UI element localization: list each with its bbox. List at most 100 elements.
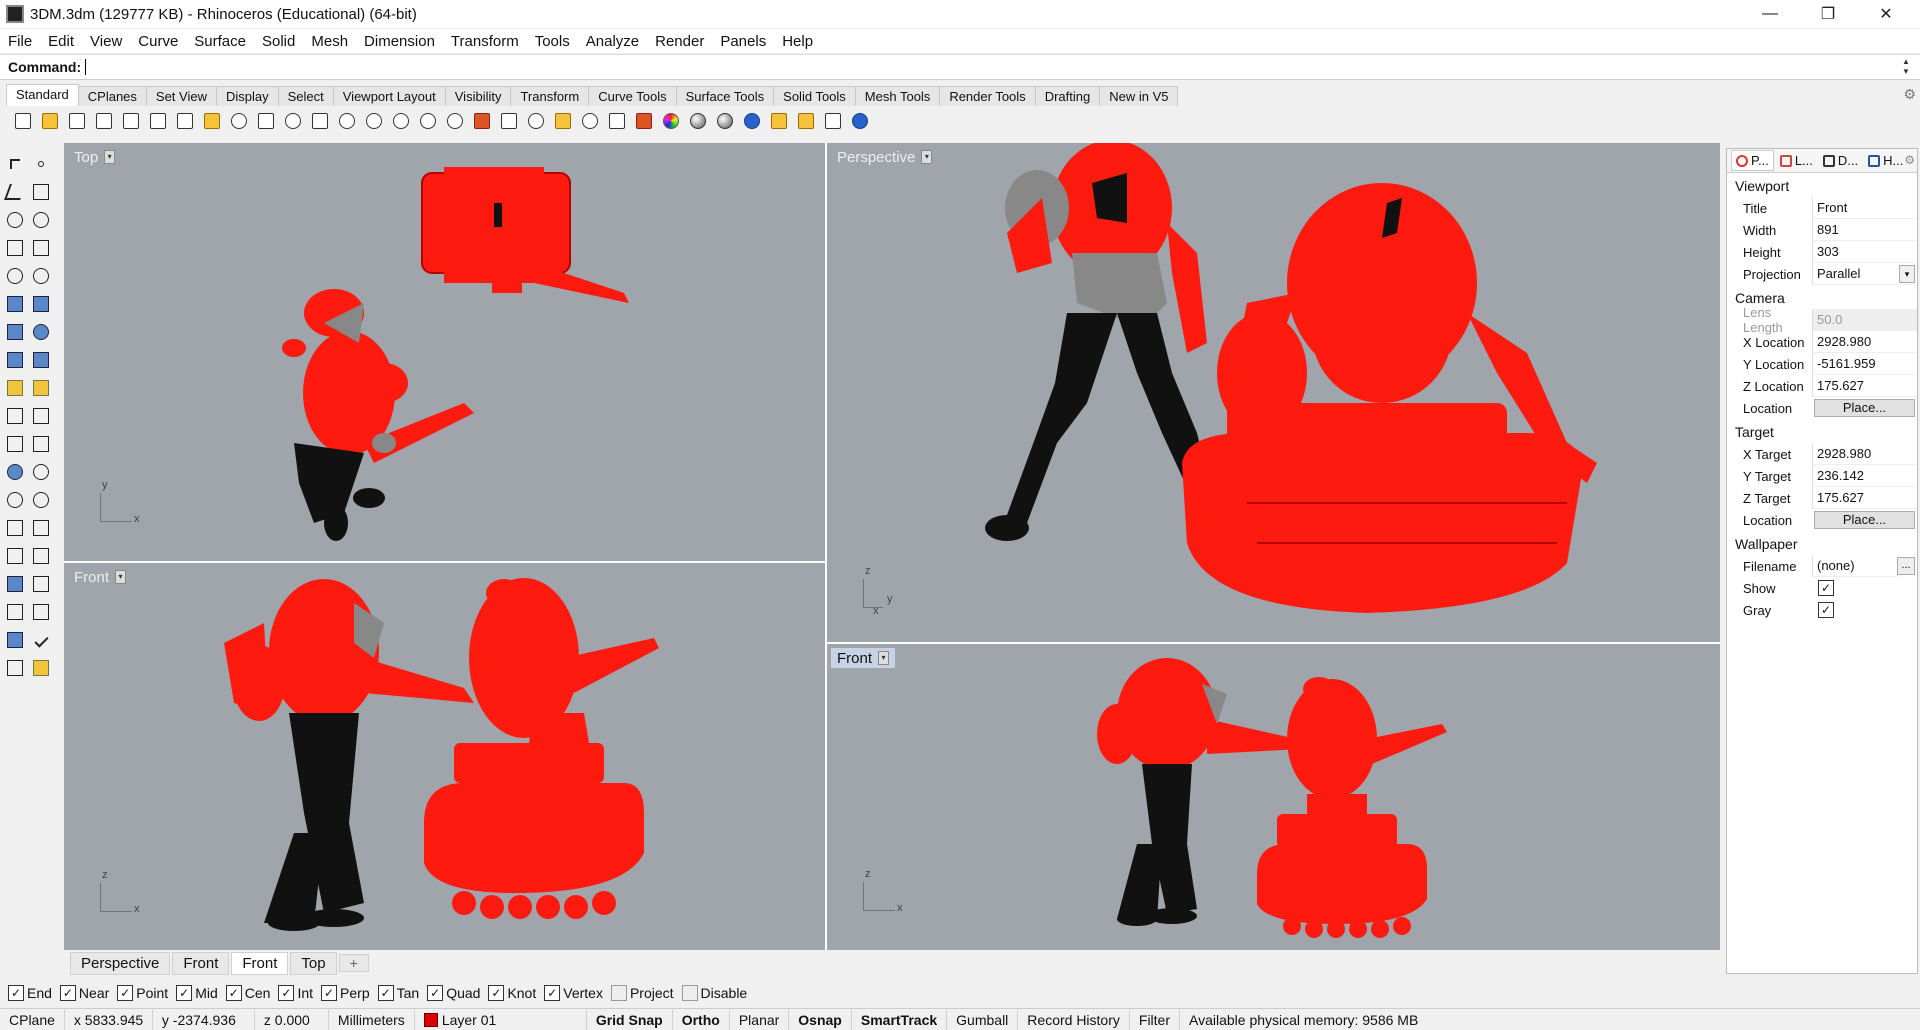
gray-checkbox[interactable]: ✓ (1818, 602, 1834, 618)
checkbox[interactable] (681, 985, 698, 1001)
paste-icon[interactable] (201, 110, 223, 132)
tab-display[interactable]: Display (215, 86, 279, 106)
menu-analyze[interactable]: Analyze (578, 33, 647, 50)
print-icon[interactable] (93, 110, 115, 132)
ellipse-icon[interactable] (30, 209, 52, 231)
viewport-front-right[interactable]: Front ▾ zx (827, 644, 1720, 950)
menu-surface[interactable]: Surface (186, 33, 254, 50)
scale-icon[interactable] (30, 517, 52, 539)
render-icon[interactable] (633, 110, 655, 132)
mesh-box-icon[interactable] (4, 573, 26, 595)
viewport-perspective-label[interactable]: Perspective ▾ (831, 147, 938, 167)
viewport-tab-front-active[interactable]: Front (231, 951, 289, 975)
osnap-knot[interactable]: ✓ Knot (488, 985, 536, 1001)
checkbox[interactable]: ✓ (225, 985, 242, 1001)
pan-icon[interactable] (255, 110, 277, 132)
light-icon[interactable] (579, 110, 601, 132)
color-wheel-icon[interactable] (660, 110, 682, 132)
annotation-icon[interactable] (4, 433, 26, 455)
osnap-end[interactable]: ✓ End (8, 985, 52, 1001)
menu-edit[interactable]: Edit (40, 33, 82, 50)
osnap-quad[interactable]: ✓ Quad (427, 985, 480, 1001)
cut-icon[interactable] (147, 110, 169, 132)
osnap-tan[interactable]: ✓ Tan (377, 985, 419, 1001)
filter-icon[interactable] (768, 110, 790, 132)
toolbar-settings-icon[interactable]: ⚙ (1903, 86, 1916, 103)
zoom-selected-icon[interactable] (417, 110, 439, 132)
osnap-disable[interactable]: Disable (681, 985, 747, 1001)
show-checkbox[interactable]: ✓ (1818, 580, 1834, 596)
maximize-button[interactable]: ❐ (1800, 0, 1856, 28)
material-sphere-icon[interactable] (687, 110, 709, 132)
prop-zloc-field[interactable]: 175.627 (1812, 375, 1917, 397)
checkbox[interactable]: ✓ (278, 985, 295, 1001)
mirror-icon[interactable] (30, 545, 52, 567)
checkbox[interactable] (610, 985, 627, 1001)
viewport-front-left-label[interactable]: Front ▾ (68, 567, 132, 587)
open-icon[interactable] (39, 110, 61, 132)
import-icon[interactable] (120, 110, 142, 132)
tab-surface-tools[interactable]: Surface Tools (675, 86, 775, 106)
circle-icon[interactable] (4, 209, 26, 231)
menu-help[interactable]: Help (774, 33, 821, 50)
shading-icon[interactable] (552, 110, 574, 132)
chevron-down-icon[interactable]: ▾ (921, 150, 933, 164)
viewport-front-right-label[interactable]: Front ▾ (831, 648, 896, 668)
tab-solid-tools[interactable]: Solid Tools (773, 86, 856, 106)
target-place-button[interactable]: Place... (1814, 511, 1915, 529)
copy-icon[interactable] (174, 110, 196, 132)
tab-transform[interactable]: Transform (510, 86, 590, 106)
arc-icon[interactable] (30, 265, 52, 287)
box-icon[interactable] (4, 321, 26, 343)
new-icon[interactable] (12, 110, 34, 132)
boolean-union-icon[interactable] (4, 461, 26, 483)
boolean-split-icon[interactable] (30, 461, 52, 483)
cylinder-icon[interactable] (4, 349, 26, 371)
surface-edge-icon[interactable] (30, 293, 52, 315)
panel-settings-icon[interactable]: ⚙ (1904, 153, 1915, 167)
tab-visibility[interactable]: Visibility (444, 86, 512, 106)
camera-place-button[interactable]: Place... (1814, 399, 1915, 417)
viewport-perspective[interactable]: Perspective ▾ z yx (827, 143, 1720, 642)
block-icon[interactable] (30, 433, 52, 455)
osnap-point[interactable]: ✓ Point (117, 985, 168, 1001)
osnap-near[interactable]: ✓ Near (59, 985, 109, 1001)
chevron-down-icon[interactable]: ▾ (104, 150, 116, 164)
browse-button[interactable]: ... (1897, 557, 1915, 575)
viewport-tab-top[interactable]: Top (290, 951, 337, 975)
status-filter[interactable]: Filter (1130, 1009, 1181, 1030)
menu-solid[interactable]: Solid (254, 33, 303, 50)
osnap-mid[interactable]: ✓ Mid (176, 985, 218, 1001)
checkbox[interactable]: ✓ (59, 985, 76, 1001)
panel-tab-layers[interactable]: L... (1776, 151, 1817, 170)
checkbox[interactable]: ✓ (488, 985, 505, 1001)
tab-standard[interactable]: Standard (6, 84, 79, 106)
add-viewport-tab-icon[interactable]: + (338, 954, 369, 972)
viewport-divider-vertical[interactable] (825, 143, 827, 950)
zoom-extents-icon[interactable] (390, 110, 412, 132)
menu-tools[interactable]: Tools (527, 33, 578, 50)
fillet-icon[interactable] (4, 489, 26, 511)
prop-xtarget-field[interactable]: 2928.980 (1812, 443, 1917, 465)
array-icon[interactable] (4, 545, 26, 567)
extrude-icon[interactable] (30, 349, 52, 371)
tab-new-in-v5[interactable]: New in V5 (1099, 86, 1179, 106)
menu-dimension[interactable]: Dimension (356, 33, 443, 50)
projection-select[interactable]: Parallel ▾ (1812, 263, 1917, 285)
tab-viewport-layout[interactable]: Viewport Layout (332, 86, 446, 106)
status-osnap[interactable]: Osnap (789, 1009, 852, 1030)
viewport-tab-perspective[interactable]: Perspective (70, 951, 171, 975)
status-record-history[interactable]: Record History (1018, 1009, 1130, 1030)
check-icon[interactable] (30, 629, 52, 651)
pipe-icon[interactable] (30, 601, 52, 623)
chevron-down-icon[interactable]: ▾ (878, 651, 890, 665)
lock-object-icon[interactable] (4, 657, 26, 679)
menu-panels[interactable]: Panels (712, 33, 774, 50)
status-gumball[interactable]: Gumball (947, 1009, 1019, 1030)
hatch-icon[interactable] (30, 405, 52, 427)
prop-xloc-field[interactable]: 2928.980 (1812, 331, 1917, 353)
checkbox[interactable]: ✓ (377, 985, 394, 1001)
viewport-divider-right[interactable] (827, 642, 1720, 644)
chevron-down-icon[interactable]: ▾ (115, 570, 127, 584)
panel-tab-properties[interactable]: P... (1731, 150, 1774, 171)
